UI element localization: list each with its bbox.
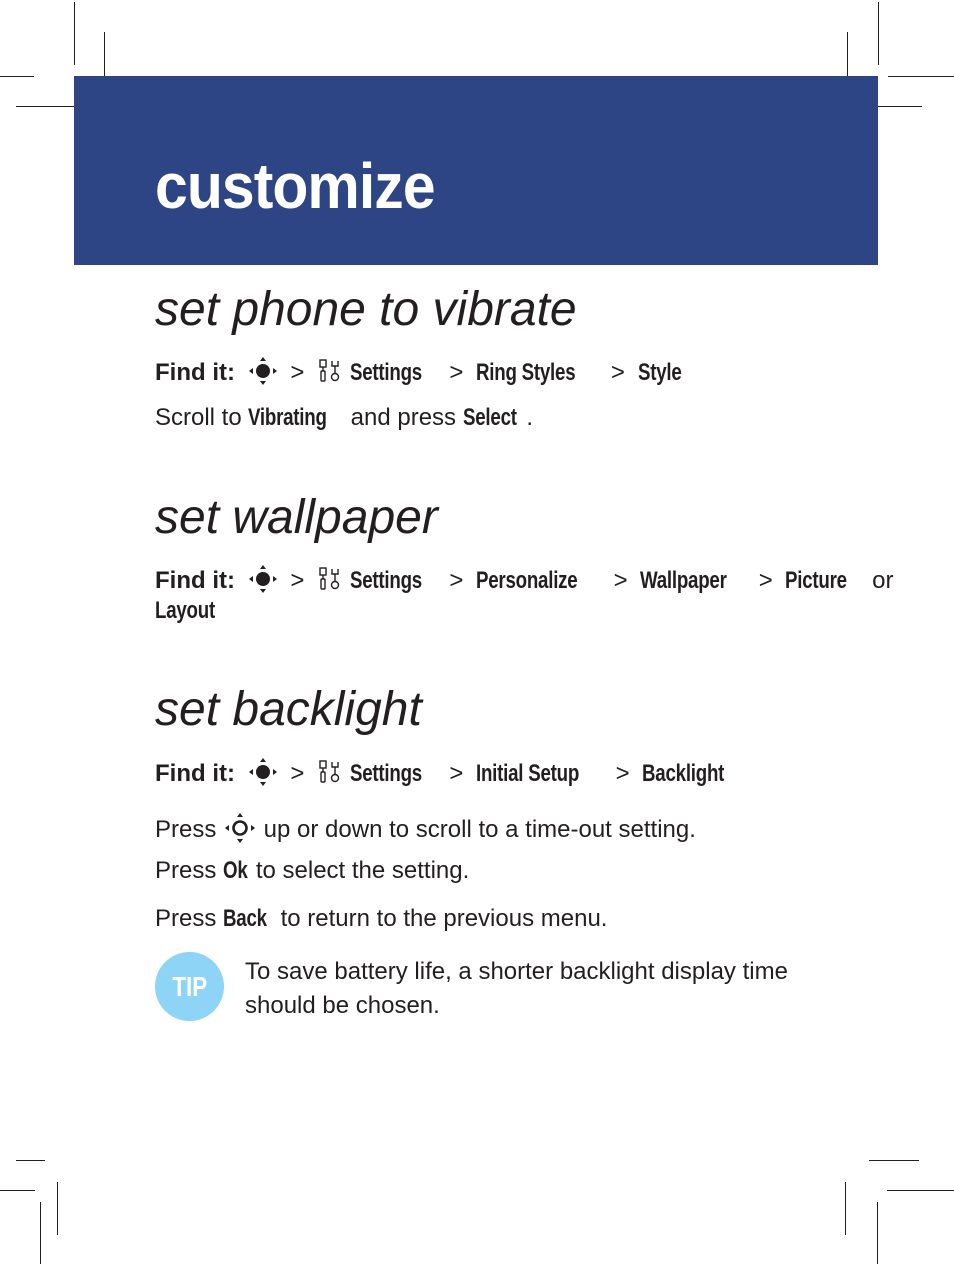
menu-item-backlight: Backlight (642, 759, 725, 787)
crop-mark (74, 2, 75, 65)
find-it-vibrate: Find it: > Settings > Ring Styles > Styl… (155, 356, 688, 391)
section-title-vibrate: set phone to vibrate (155, 283, 577, 336)
step-text: Scroll to (155, 404, 249, 431)
crop-mark (0, 1190, 35, 1191)
path-separator: > (449, 566, 464, 594)
nav-ring-icon (223, 811, 257, 850)
find-it-wallpaper: Find it: > Settings > Personalize > Wall… (155, 564, 893, 599)
or-word: or (872, 566, 894, 594)
tip-badge: TIP (155, 952, 224, 1021)
menu-item-settings: Settings (349, 759, 422, 787)
menu-item-initial-setup: Initial Setup (476, 759, 580, 787)
find-it-wallpaper-cont: Layout (155, 599, 227, 623)
step-press-ok: Press Ok to select the setting. (155, 859, 469, 883)
menu-item-settings: Settings (349, 566, 422, 594)
find-it-backlight: Find it: > Settings > Initial Setup > Ba… (155, 757, 742, 792)
step-text: Press (155, 815, 224, 843)
menu-item-style: Style (637, 358, 682, 386)
step-text: Press (155, 857, 224, 884)
step-text: to return to the previous menu. (273, 905, 608, 932)
path-separator: > (290, 566, 305, 594)
step-text: Press (155, 905, 224, 932)
key-ok: Ok (223, 857, 248, 884)
menu-item-picture: Picture (785, 566, 848, 594)
menu-item-settings: Settings (349, 358, 422, 386)
crop-mark (872, 106, 922, 107)
step-text: up or down to scroll to a time-out setti… (257, 815, 696, 843)
menu-item-layout: Layout (155, 597, 215, 624)
settings-tools-icon (317, 759, 343, 790)
menu-item-personalize: Personalize (476, 566, 578, 594)
step-text: and press (343, 404, 463, 431)
find-it-label: Find it: (155, 566, 235, 594)
crop-mark (57, 1182, 58, 1235)
nav-key-icon (248, 564, 278, 599)
find-it-label: Find it: (155, 358, 235, 386)
key-select: Select (462, 404, 517, 431)
step-text: . (526, 404, 534, 431)
path-separator: > (449, 358, 464, 386)
menu-item-wallpaper: Wallpaper (640, 566, 727, 594)
find-it-label: Find it: (155, 759, 235, 787)
crop-mark (878, 2, 879, 65)
path-separator: > (758, 566, 773, 594)
settings-tools-icon (317, 566, 343, 597)
step-scroll-vibrating: Scroll to Vibrating and press Select. (155, 406, 533, 430)
key-vibrating: Vibrating (248, 404, 328, 431)
crop-mark (0, 76, 34, 77)
tip-text: To save battery life, a shorter backligh… (245, 958, 788, 1019)
path-separator: > (290, 759, 305, 787)
step-press-nav: Press up or down to scroll to a time-out… (155, 811, 696, 850)
nav-key-icon (248, 757, 278, 792)
step-text: to select the setting. (249, 857, 470, 884)
crop-mark (40, 1202, 41, 1264)
crop-mark (887, 1190, 954, 1191)
crop-mark (877, 1202, 878, 1264)
section-title-wallpaper: set wallpaper (155, 491, 438, 544)
chapter-title: customize (155, 150, 436, 222)
key-back: Back (223, 905, 267, 932)
crop-mark (16, 106, 80, 107)
step-press-back: Press Back to return to the previous men… (155, 907, 607, 931)
crop-mark (16, 1160, 45, 1161)
path-separator: > (613, 566, 628, 594)
crop-mark (869, 1160, 919, 1161)
path-separator: > (615, 759, 630, 787)
crop-mark (888, 76, 954, 77)
path-separator: > (290, 358, 305, 386)
tip-badge-label: TIP (172, 970, 207, 1002)
chapter-header: customize (74, 76, 878, 265)
menu-item-ring-styles: Ring Styles (476, 358, 576, 386)
path-separator: > (449, 759, 464, 787)
crop-mark (845, 1182, 846, 1235)
settings-tools-icon (317, 358, 343, 389)
section-title-backlight: set backlight (155, 683, 422, 736)
nav-key-icon (248, 356, 278, 391)
path-separator: > (610, 358, 625, 386)
